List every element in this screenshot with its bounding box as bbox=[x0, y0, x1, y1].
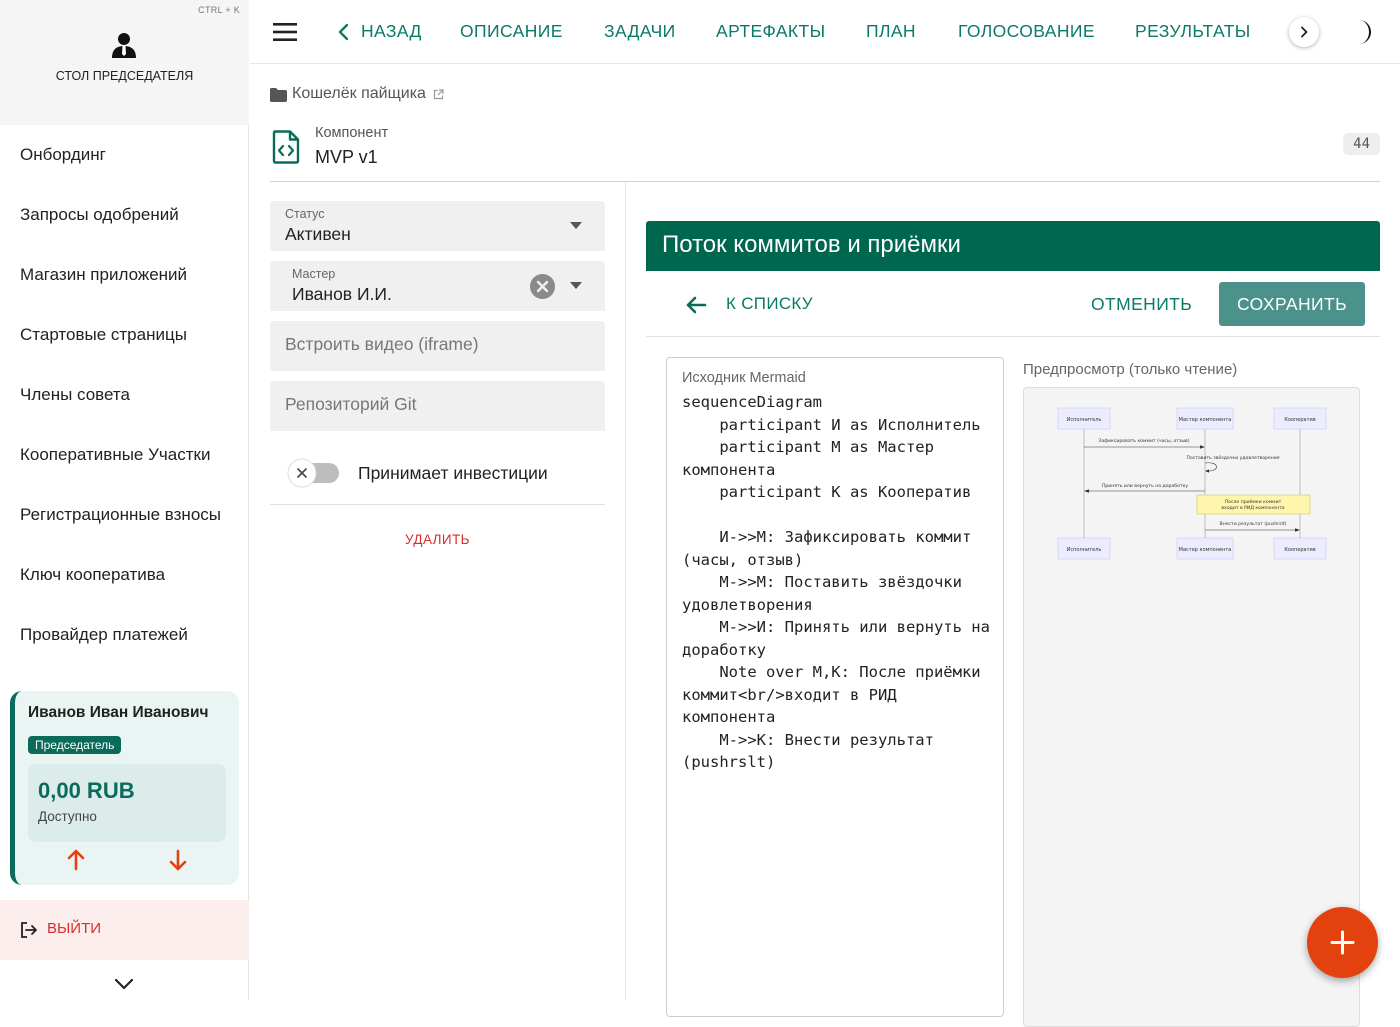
chevron-left-icon[interactable] bbox=[336, 22, 350, 42]
participant-label: Исполнитель bbox=[1067, 417, 1102, 423]
participant-label: Кооператив bbox=[1284, 417, 1315, 423]
sidebar-item-coop-plots[interactable]: Кооперативные Участки bbox=[0, 425, 249, 485]
chairman-icon bbox=[112, 33, 136, 58]
accepts-investments-toggle[interactable] bbox=[287, 458, 339, 488]
editor-label: Исходник Mermaid bbox=[682, 370, 806, 386]
tab-plan[interactable]: ПЛАН bbox=[866, 21, 916, 42]
sidebar: CTRL + K СТОЛ ПРЕДСЕДАТЕЛЯ Онбординг Зап… bbox=[0, 0, 249, 1000]
code-file-icon bbox=[272, 130, 300, 164]
arrow-left-icon[interactable] bbox=[684, 293, 708, 317]
wallet-amount: 0,00 RUB bbox=[38, 778, 135, 803]
plus-icon bbox=[1330, 930, 1355, 955]
participant-label: Мастер компонента bbox=[1179, 417, 1232, 423]
status-value: Активен bbox=[285, 224, 351, 244]
user-role-badge: Председатель bbox=[28, 736, 122, 754]
message-label: Внести результат (pushrslt) bbox=[1220, 521, 1287, 527]
caret-down-icon[interactable] bbox=[570, 282, 582, 290]
git-repo-placeholder: Репозиторий Git bbox=[285, 394, 417, 414]
mermaid-code[interactable]: sequenceDiagram participant И as Исполни… bbox=[682, 391, 992, 774]
breadcrumb-project-link[interactable]: Кошелёк пайщика bbox=[292, 85, 426, 103]
component-kind: Компонент bbox=[315, 125, 389, 141]
mermaid-source-editor[interactable]: Исходник Mermaid sequenceDiagram partici… bbox=[666, 357, 1004, 1017]
sidebar-item-council-members[interactable]: Члены совета bbox=[0, 365, 249, 425]
participant-label: Мастер компонента bbox=[1179, 547, 1232, 553]
wallet-balance: 0,00 RUB Доступно bbox=[28, 764, 226, 842]
cancel-button[interactable]: ОТМЕНИТЬ bbox=[1091, 294, 1192, 315]
status-label: Статус bbox=[285, 207, 325, 221]
wallet-available-label: Доступно bbox=[38, 809, 97, 824]
sidebar-item-registration-fees[interactable]: Регистрационные взносы bbox=[0, 485, 249, 545]
master-label: Мастер bbox=[292, 267, 336, 281]
column-divider bbox=[625, 182, 626, 1000]
note-label: входит в РИД компонента bbox=[1221, 505, 1284, 511]
sidebar-item-start-pages[interactable]: Стартовые страницы bbox=[0, 305, 249, 365]
video-embed-placeholder: Встроить видео (iframe) bbox=[285, 334, 479, 354]
component-name: MVP v1 bbox=[315, 147, 378, 167]
message-label: Принять или вернуть на доработку bbox=[1102, 483, 1188, 489]
tab-back[interactable]: НАЗАД bbox=[361, 21, 422, 42]
participant-label: Кооператив bbox=[1284, 547, 1315, 553]
user-card: Иванов Иван Иванович Председатель 0,00 R… bbox=[10, 691, 239, 885]
master-value: Иванов И.И. bbox=[292, 284, 392, 304]
sidebar-nav: Онбординг Запросы одобрений Магазин прил… bbox=[0, 125, 249, 665]
chevron-right-icon bbox=[1301, 26, 1308, 38]
logout-label: ВЫЙТИ bbox=[47, 920, 102, 937]
sidebar-item-payment-provider[interactable]: Провайдер платежей bbox=[0, 605, 249, 665]
sidebar-item-approval-requests[interactable]: Запросы одобрений bbox=[0, 185, 249, 245]
preview-label: Предпросмотр (только чтение) bbox=[1023, 361, 1238, 378]
sidebar-header: CTRL + K СТОЛ ПРЕДСЕДАТЕЛЯ bbox=[0, 0, 249, 125]
logout-icon bbox=[21, 922, 37, 938]
dark-mode-icon[interactable] bbox=[1353, 19, 1375, 45]
tab-tasks[interactable]: ЗАДАЧИ bbox=[604, 21, 676, 42]
message-label: Поставить звёздочки удовлетворения bbox=[1186, 455, 1279, 461]
git-repo-input[interactable]: Репозиторий Git bbox=[270, 381, 605, 431]
sidebar-item-onboarding[interactable]: Онбординг bbox=[0, 125, 249, 185]
arrow-down-icon[interactable] bbox=[166, 848, 190, 872]
component-count-badge: 44 bbox=[1343, 133, 1380, 155]
search-shortcut-hint: CTRL + K bbox=[198, 5, 240, 15]
participant-label: Исполнитель bbox=[1067, 547, 1102, 553]
tab-artifacts[interactable]: АРТЕФАКТЫ bbox=[716, 21, 826, 42]
delete-button[interactable]: УДАЛИТЬ bbox=[270, 532, 605, 547]
divider bbox=[270, 504, 605, 505]
chevron-down-icon[interactable] bbox=[113, 974, 135, 994]
panel-toolbar: К СПИСКУ ОТМЕНИТЬ СОХРАНИТЬ bbox=[646, 271, 1380, 337]
status-select[interactable]: Статус Активен bbox=[270, 201, 605, 251]
sidebar-item-app-store[interactable]: Магазин приложений bbox=[0, 245, 249, 305]
arrow-up-icon[interactable] bbox=[64, 848, 88, 872]
folder-icon bbox=[270, 88, 287, 102]
panel-title: Поток коммитов и приёмки bbox=[646, 221, 1380, 271]
user-name: Иванов Иван Иванович bbox=[28, 704, 209, 721]
back-to-list-button[interactable]: К СПИСКУ bbox=[726, 294, 813, 314]
tabs-scroll-right-button[interactable] bbox=[1289, 17, 1319, 47]
sidebar-role-title: СТОЛ ПРЕДСЕДАТЕЛЯ bbox=[55, 69, 194, 83]
top-bar: НАЗАД ОПИСАНИЕ ЗАДАЧИ АРТЕФАКТЫ ПЛАН ГОЛ… bbox=[250, 0, 1400, 64]
logout-button[interactable]: ВЫЙТИ bbox=[0, 900, 249, 960]
component-header: Компонент MVP v1 44 bbox=[270, 122, 1380, 182]
save-button[interactable]: СОХРАНИТЬ bbox=[1219, 282, 1365, 326]
caret-down-icon[interactable] bbox=[570, 222, 582, 230]
message-label: Зафиксировать коммит (часы, отзыв) bbox=[1098, 438, 1189, 444]
menu-icon[interactable] bbox=[272, 20, 298, 44]
external-link-icon[interactable] bbox=[433, 89, 444, 100]
master-select[interactable]: Мастер Иванов И.И. bbox=[270, 261, 605, 311]
tab-description[interactable]: ОПИСАНИЕ bbox=[460, 21, 563, 42]
tab-voting[interactable]: ГОЛОСОВАНИЕ bbox=[958, 21, 1095, 42]
note-label: После приёмки коммит bbox=[1225, 499, 1282, 505]
sidebar-item-coop-key[interactable]: Ключ кооператива bbox=[0, 545, 249, 605]
tab-results[interactable]: РЕЗУЛЬТАТЫ bbox=[1135, 21, 1251, 42]
clear-icon[interactable] bbox=[530, 274, 555, 299]
video-embed-input[interactable]: Встроить видео (iframe) bbox=[270, 321, 605, 371]
accepts-investments-label: Принимает инвестиции bbox=[358, 463, 548, 483]
sequence-diagram: Исполнитель Мастер компонента Кооператив… bbox=[1057, 407, 1327, 560]
add-fab-button[interactable] bbox=[1307, 907, 1378, 978]
